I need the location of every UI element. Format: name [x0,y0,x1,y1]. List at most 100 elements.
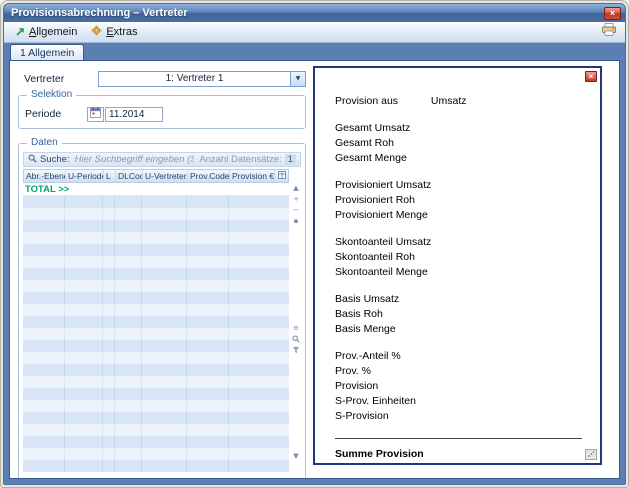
summary-separator [335,438,582,439]
table-row[interactable] [23,424,289,436]
table-row[interactable] [23,232,289,244]
table-row[interactable] [23,316,289,328]
menu-allgemein[interactable]: Allgemein [9,24,83,41]
summary-row: Skontoanteil Umsatz [335,235,582,250]
summary-row: Basis Menge [335,322,582,337]
table-row[interactable] [23,292,289,304]
search-input[interactable] [73,153,197,166]
table-row[interactable] [23,364,289,376]
table-row[interactable] [23,352,289,364]
close-button[interactable]: × [604,7,621,20]
search-label: Suche: [40,154,70,165]
table-row[interactable] [23,244,289,256]
scroll-up-icon[interactable]: ▲ [293,184,298,192]
summary-row: Gesamt Roh [335,136,582,151]
summary-row: Gesamt Umsatz [335,121,582,136]
print-button[interactable] [598,22,620,42]
main-toolbar: Allgemein Extras [4,22,625,43]
table-row[interactable] [23,304,289,316]
record-count-label: Anzahl Datensätze: [199,154,281,165]
column-header[interactable]: U-Vertreter [143,170,188,182]
row-insert-icon[interactable]: + [293,195,299,203]
content-panel: Vertreter 1: Vertreter 1 ▼ Selektion Per… [9,60,620,479]
row-edit-icon[interactable]: ▪ [294,217,299,225]
summary-row: Provisioniert Umsatz [335,178,582,193]
vertreter-label: Vertreter [24,73,98,85]
summary-row: Skontoanteil Roh [335,250,582,265]
column-header[interactable]: Abr.-Ebene [24,170,66,182]
menu-allgemein-label: Allgemein [29,26,77,38]
table-row[interactable] [23,448,289,460]
summary-row: S-Provision [335,409,582,424]
tab-strip: 1 Allgemein [4,43,625,60]
gesamt-group: Gesamt Umsatz Gesamt Roh Gesamt Menge [335,121,582,166]
table-row[interactable] [23,280,289,292]
gear-icon [91,25,102,39]
column-header[interactable]: U-Periode [66,170,104,182]
summary-close-button[interactable]: × [585,71,597,82]
column-header[interactable]: Provision € [230,170,275,182]
window-title: Provisionsabrechnung – Vertreter [11,7,188,19]
table-row[interactable] [23,412,289,424]
table-row[interactable] [23,220,289,232]
summary-row: Basis Umsatz [335,292,582,307]
close-icon: × [610,8,615,18]
search-small-icon[interactable] [292,335,300,343]
provisioniert-group: Provisioniert Umsatz Provisioniert Roh P… [335,178,582,223]
summary-row: Provision [335,379,582,394]
vertreter-dropdown-button[interactable]: ▼ [290,72,305,86]
table-row[interactable] [23,208,289,220]
column-chooser-icon [278,171,286,181]
summary-row: Gesamt Menge [335,151,582,166]
column-chooser-button[interactable] [275,170,288,182]
table-row[interactable] [23,268,289,280]
summary-row: Provisioniert Roh [335,193,582,208]
menu-extras[interactable]: Extras [85,23,143,41]
table-row[interactable] [23,436,289,448]
column-header[interactable]: Prov.Code [188,170,230,182]
table-row[interactable] [23,460,289,472]
grid-header: Abr.-Ebene U-Periode L DLCode U-Vertrete… [23,169,289,183]
filter-icon[interactable] [292,346,300,354]
list-icon[interactable]: ≡ [293,324,299,332]
summary-row: Provision aus Umsatz [335,94,582,109]
vertreter-value: 1: Vertreter 1 [99,72,290,86]
table-row[interactable] [23,388,289,400]
tab-allgemein[interactable]: 1 Allgemein [10,44,84,60]
summary-panel: × Provision aus Umsatz Gesamt Umsatz Ges… [313,66,602,465]
vertreter-row: Vertreter 1: Vertreter 1 ▼ [24,70,306,87]
daten-group-title: Daten [27,137,62,148]
summary-row: Skontoanteil Menge [335,265,582,280]
grid-rows [23,196,289,472]
summary-row: S-Prov. Einheiten [335,394,582,409]
title-bar[interactable]: Provisionsabrechnung – Vertreter × [4,4,625,22]
scroll-down-icon[interactable]: ▼ [293,452,298,460]
table-row[interactable] [23,340,289,352]
grid-search-bar: Suche: Anzahl Datensätze: 1 [23,152,301,167]
grid-total-row[interactable]: TOTAL >> [23,183,289,196]
selektion-group-title: Selektion [27,89,76,100]
table-row[interactable] [23,376,289,388]
provision-group: Prov.-Anteil % Prov. % Provision S-Prov.… [335,349,582,424]
periode-input[interactable] [105,107,163,122]
record-count-value: 1 [285,154,296,165]
calendar-button[interactable] [87,107,104,122]
summary-row: Provisioniert Menge [335,208,582,223]
summary-corner-button[interactable] [585,449,597,460]
app-window: Provisionsabrechnung – Vertreter × Allge… [3,3,626,485]
grid-side-toolbar: ▲ + − ▪ ≡ ▼ [290,184,302,472]
table-row[interactable] [23,328,289,340]
table-row[interactable] [23,400,289,412]
table-row[interactable] [23,196,289,208]
row-delete-icon[interactable]: − [293,206,299,214]
table-row[interactable] [23,256,289,268]
daten-group: Daten Suche: Anzahl Datensätze: 1 Abr.-E… [18,143,306,479]
summary-row: Prov.-Anteil % [335,349,582,364]
column-header[interactable]: DLCode [116,170,143,182]
summary-row: Basis Roh [335,307,582,322]
printer-icon [601,23,617,41]
vertreter-combobox[interactable]: 1: Vertreter 1 ▼ [98,71,306,87]
close-icon: × [589,72,594,81]
calendar-icon [90,105,101,123]
column-header[interactable]: L [104,170,116,182]
